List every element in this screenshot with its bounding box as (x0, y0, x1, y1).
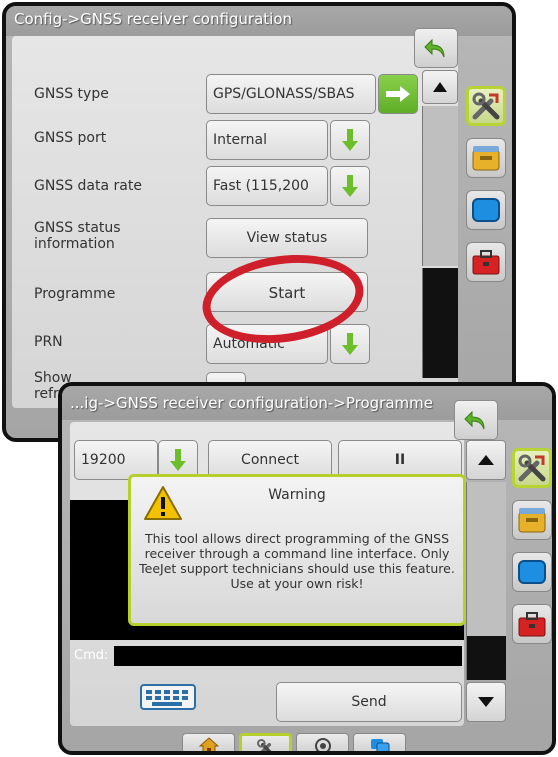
toolbox-icon (518, 612, 546, 637)
side-tab-tools[interactable] (466, 86, 506, 126)
arrow-down-icon (170, 449, 186, 471)
arrow-down-icon (342, 129, 358, 151)
gps-icon (314, 738, 331, 751)
back-button[interactable] (414, 28, 458, 68)
keyboard-button[interactable] (132, 678, 208, 716)
arrow-down-icon (342, 333, 358, 355)
gnss-type-field: GPS/GLONASS/SBAS (206, 74, 376, 114)
scrollbar-track[interactable] (422, 268, 458, 378)
keyboard-icon (140, 684, 196, 710)
scroll-down-button[interactable] (466, 682, 506, 722)
home-icon (198, 737, 219, 751)
gnss-config-screen: Config->GNSS receiver configuration GNSS… (2, 2, 516, 442)
side-tab-console[interactable] (466, 138, 506, 178)
scroll-up-button[interactable] (466, 440, 506, 480)
scrollbar-track[interactable] (466, 636, 506, 680)
tools-icon (472, 92, 500, 120)
nav-tab-gps[interactable] (296, 733, 349, 751)
display-icon (472, 198, 500, 222)
scrollbar-thumb[interactable] (422, 106, 458, 266)
scrollbar-thumb[interactable] (466, 482, 506, 636)
gnss-port-field: Internal (206, 120, 328, 160)
scroll-up-button[interactable] (422, 70, 458, 104)
gnss-type-next-button[interactable] (378, 74, 418, 114)
arrow-down-icon (342, 175, 358, 197)
triangle-down-icon (478, 697, 494, 707)
row-label-prn: PRN (34, 334, 63, 350)
tools-icon (518, 454, 546, 482)
back-arrow-icon (424, 38, 445, 58)
gnss-data-rate-dropdown-button[interactable] (330, 166, 370, 206)
warning-title: Warning (268, 487, 326, 503)
nav-tab-tools[interactable] (239, 733, 292, 751)
row-label-gnss-type: GNSS type (34, 86, 109, 102)
display-icon (518, 560, 546, 584)
cmd-label: Cmd: (74, 648, 109, 663)
view-status-button[interactable]: View status (206, 218, 368, 258)
programme-screen: ...ig->GNSS receiver configuration->Prog… (58, 382, 556, 755)
layers-icon (370, 739, 389, 751)
bottom-nav (182, 733, 408, 751)
row-label-gnss-data-rate: GNSS data rate (34, 178, 142, 194)
side-tab-console[interactable] (512, 500, 552, 540)
triangle-up-icon (478, 455, 494, 465)
arrow-right-icon (386, 86, 410, 102)
nav-tab-home[interactable] (182, 733, 235, 751)
row-label-gnss-status: GNSS status information (34, 220, 121, 252)
cmd-input[interactable] (114, 646, 462, 666)
side-tab-tools[interactable] (512, 448, 552, 488)
side-tab-display[interactable] (466, 190, 506, 230)
console-icon (472, 146, 500, 171)
toolbox-icon (472, 250, 500, 275)
side-tab-display[interactable] (512, 552, 552, 592)
prn-dropdown-button[interactable] (330, 324, 370, 364)
gnss-port-dropdown-button[interactable] (330, 120, 370, 160)
nav-tab-layers[interactable] (353, 733, 406, 751)
warning-text: This tool allows direct programming of t… (139, 531, 455, 591)
side-tab-toolbox[interactable] (466, 242, 506, 282)
side-tab-toolbox[interactable] (512, 604, 552, 644)
warning-dialog: Warning This tool allows direct programm… (128, 474, 466, 626)
console-icon (518, 508, 546, 533)
row-label-gnss-port: GNSS port (34, 130, 107, 146)
tools-icon (256, 738, 272, 751)
back-arrow-icon (464, 410, 485, 430)
back-button[interactable] (454, 400, 498, 440)
gnss-data-rate-field: Fast (115,200 (206, 166, 328, 206)
send-button[interactable]: Send (276, 682, 462, 722)
triangle-up-icon (433, 82, 447, 92)
row-label-programme: Programme (34, 286, 116, 302)
